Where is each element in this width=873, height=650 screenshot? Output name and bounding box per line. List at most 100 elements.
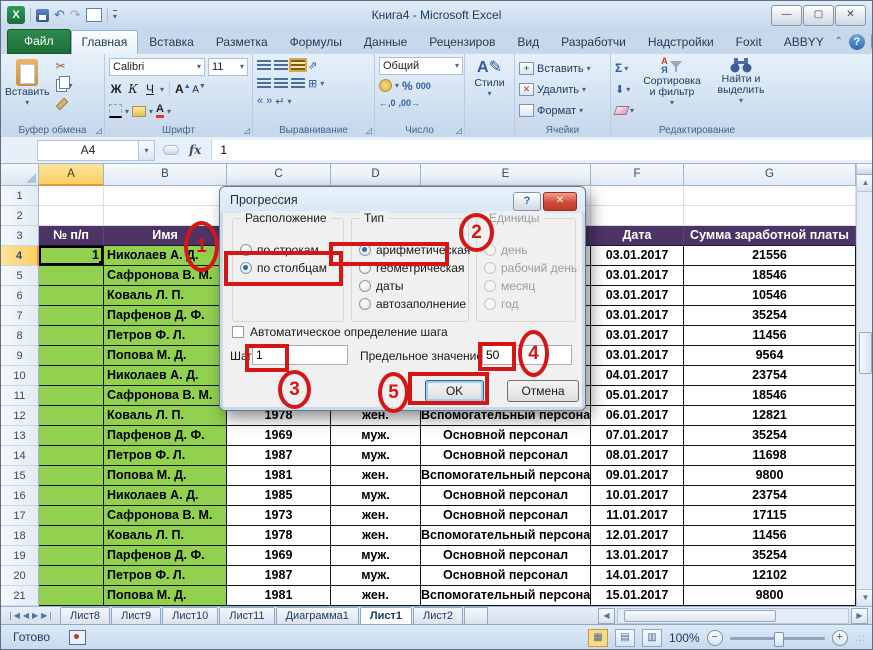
cell-A3[interactable]: № п/п — [39, 226, 104, 246]
cell-G8[interactable]: 11456 — [684, 326, 856, 346]
merge-center-icon[interactable]: ⊞ — [308, 77, 317, 90]
sheet-tab-Лист10[interactable]: Лист10 — [162, 607, 218, 624]
percent-icon[interactable]: % — [402, 79, 413, 93]
copy-button[interactable]: ▾ — [56, 76, 73, 94]
first-sheet-icon[interactable]: ❘◀ — [7, 611, 20, 620]
grow-font-button[interactable]: А▲ — [175, 82, 189, 96]
increase-indent-icon[interactable]: » — [266, 95, 272, 107]
cell-C18[interactable]: 1978 — [227, 526, 331, 546]
cell-D17[interactable]: жен. — [331, 506, 421, 526]
currency-icon[interactable] — [379, 79, 392, 92]
sheet-tab-Лист9[interactable]: Лист9 — [111, 607, 161, 624]
sort-filter-button[interactable]: АЯ Сортировка и фильтр ▾ — [639, 57, 705, 119]
cell-D19[interactable]: муж. — [331, 546, 421, 566]
row-header-2[interactable]: 2 — [1, 206, 39, 226]
cell-B9[interactable]: Попова М. Д. — [104, 346, 227, 366]
cell-F20[interactable]: 14.01.2017 — [591, 566, 684, 586]
cell-F6[interactable]: 03.01.2017 — [591, 286, 684, 306]
row-header-14[interactable]: 14 — [1, 446, 39, 466]
scroll-up-icon[interactable]: ▲ — [857, 175, 873, 192]
align-left-icon[interactable] — [257, 78, 271, 88]
prev-sheet-icon[interactable]: ◀ — [23, 611, 29, 620]
bold-button[interactable]: Ж — [109, 82, 123, 96]
cell-G12[interactable]: 12821 — [684, 406, 856, 426]
paste-button[interactable]: Вставить ▾ — [5, 57, 50, 113]
cell-F2[interactable] — [591, 206, 684, 226]
tab-Данные[interactable]: Данные — [353, 30, 418, 54]
close-button[interactable]: ✕ — [835, 5, 866, 26]
cell-E16[interactable]: Основной персонал — [421, 486, 591, 506]
tab-Главная[interactable]: Главная — [71, 30, 139, 54]
decrease-decimal-icon[interactable]: ,00→ — [399, 98, 421, 108]
cell-B11[interactable]: Сафронова В. М. — [104, 386, 227, 406]
radio-option-даты[interactable]: даты — [352, 277, 468, 295]
align-right-icon[interactable] — [291, 78, 305, 88]
cell-E15[interactable]: Вспомогательный персонал — [421, 466, 591, 486]
cell-G11[interactable]: 18546 — [684, 386, 856, 406]
cut-button[interactable]: ✂ — [56, 57, 73, 75]
formula-input[interactable]: 1 — [211, 140, 872, 160]
find-select-button[interactable]: Найти и выделить ▾ — [710, 57, 772, 119]
cell-B1[interactable] — [104, 186, 227, 206]
cell-C15[interactable]: 1981 — [227, 466, 331, 486]
macro-record-icon[interactable] — [69, 630, 86, 645]
cell-A20[interactable] — [39, 566, 104, 586]
cell-F5[interactable]: 03.01.2017 — [591, 266, 684, 286]
row-header-10[interactable]: 10 — [1, 366, 39, 386]
cell-F11[interactable]: 05.01.2017 — [591, 386, 684, 406]
row-header-11[interactable]: 11 — [1, 386, 39, 406]
row-header-4[interactable]: 4 — [1, 246, 39, 266]
cell-D16[interactable]: муж. — [331, 486, 421, 506]
auto-step-checkbox[interactable]: Автоматическое определение шага — [232, 325, 448, 339]
delete-cells-button[interactable]: ✕Удалить▾ — [519, 80, 606, 99]
cell-B20[interactable]: Петров Ф. Л. — [104, 566, 227, 586]
row-header-8[interactable]: 8 — [1, 326, 39, 346]
cell-B8[interactable]: Петров Ф. Л. — [104, 326, 227, 346]
cell-F10[interactable]: 04.01.2017 — [591, 366, 684, 386]
row-header-13[interactable]: 13 — [1, 426, 39, 446]
scroll-right-icon[interactable]: ▶ — [851, 608, 868, 624]
cell-B18[interactable]: Коваль Л. П. — [104, 526, 227, 546]
insert-sheet-tab[interactable] — [464, 607, 488, 624]
tab-Вид[interactable]: Вид — [506, 30, 550, 54]
align-top-icon[interactable] — [257, 60, 271, 70]
zoom-in-button[interactable]: + — [832, 630, 848, 646]
row-header-9[interactable]: 9 — [1, 346, 39, 366]
print-preview-icon[interactable] — [86, 8, 102, 22]
cell-F17[interactable]: 11.01.2017 — [591, 506, 684, 526]
styles-button[interactable]: А✎ Стили ▾ — [469, 57, 510, 98]
insert-cells-button[interactable]: +Вставить▾ — [519, 59, 606, 78]
vertical-scrollbar[interactable]: ▲ ▼ — [856, 164, 873, 606]
tab-ABBYY PDF T[interactable]: ABBYY PDF T — [773, 30, 835, 54]
row-header-12[interactable]: 12 — [1, 406, 39, 426]
cell-C14[interactable]: 1987 — [227, 446, 331, 466]
cell-A10[interactable] — [39, 366, 104, 386]
normal-view-button[interactable]: ▦ — [588, 629, 608, 647]
tab-Разработчи[interactable]: Разработчи — [550, 30, 637, 54]
cell-A6[interactable] — [39, 286, 104, 306]
cell-A19[interactable] — [39, 546, 104, 566]
tab-Рецензиров[interactable]: Рецензиров — [418, 30, 506, 54]
minimize-button[interactable]: — — [771, 5, 802, 26]
zoom-out-button[interactable]: − — [707, 630, 723, 646]
cell-F12[interactable]: 06.01.2017 — [591, 406, 684, 426]
cell-A9[interactable] — [39, 346, 104, 366]
cell-G7[interactable]: 35254 — [684, 306, 856, 326]
save-icon[interactable] — [36, 9, 49, 22]
horizontal-scroll-thumb[interactable] — [624, 610, 776, 622]
column-header-D[interactable]: D — [331, 164, 421, 186]
cell-G3[interactable]: Сумма заработной платы — [684, 226, 856, 246]
cell-G14[interactable]: 11698 — [684, 446, 856, 466]
cell-B7[interactable]: Парфенов Д. Ф. — [104, 306, 227, 326]
cell-A14[interactable] — [39, 446, 104, 466]
sheet-tab-Лист2[interactable]: Лист2 — [413, 607, 463, 624]
sheet-nav-buttons[interactable]: ❘◀ ◀ ▶ ▶❘ — [1, 607, 60, 624]
align-middle-icon[interactable] — [274, 60, 288, 70]
cell-D18[interactable]: жен. — [331, 526, 421, 546]
fill-color-icon[interactable] — [132, 106, 146, 117]
cell-E21[interactable]: Вспомогательный персонал — [421, 586, 591, 606]
sheet-tab-Лист11[interactable]: Лист11 — [219, 607, 274, 624]
cell-G19[interactable]: 35254 — [684, 546, 856, 566]
cell-G6[interactable]: 10546 — [684, 286, 856, 306]
cell-A2[interactable] — [39, 206, 104, 226]
